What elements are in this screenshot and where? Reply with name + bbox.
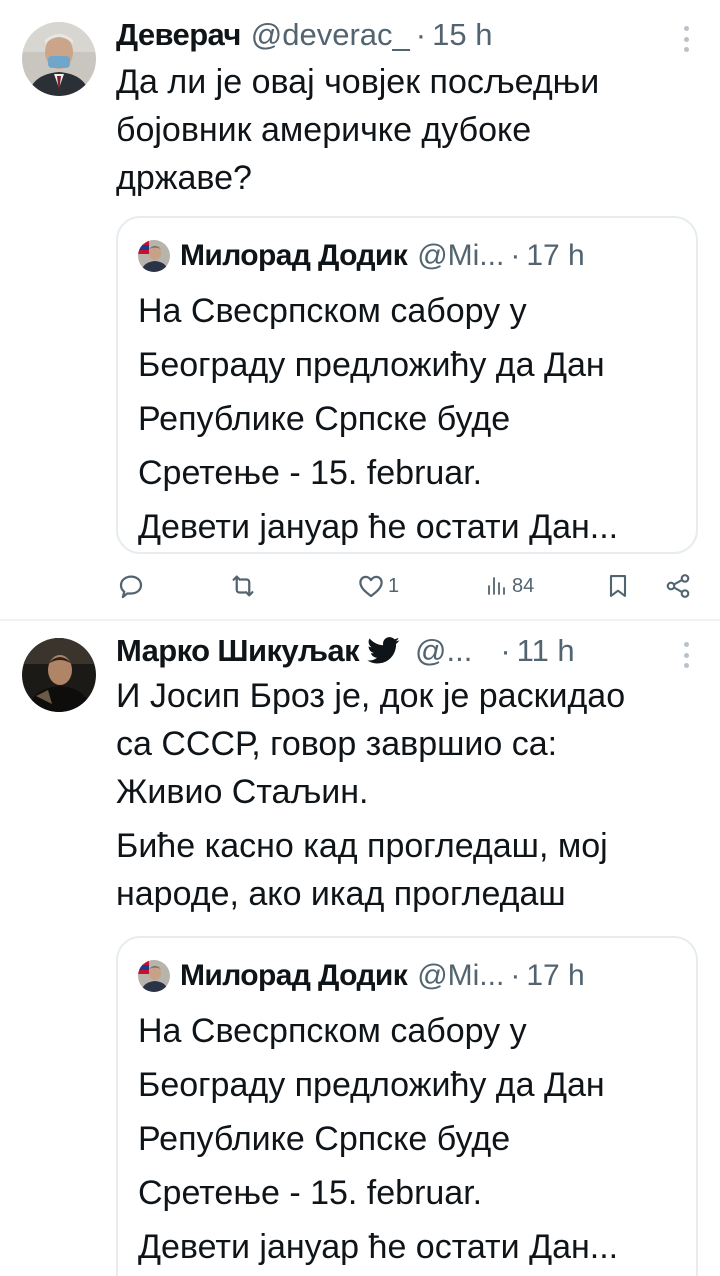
tweet-text: И Јосип Броз је, док је раскидао са СССР… bbox=[116, 672, 700, 918]
quoted-text-line: Републике Српске буде bbox=[138, 1120, 511, 1158]
tweet-text-line: бојовник америчке дубоке bbox=[116, 111, 532, 149]
quoted-tweet-text: На Свесрпском сабору у Београду предложи… bbox=[138, 1004, 680, 1274]
bookmark-button[interactable] bbox=[604, 566, 632, 606]
avatar[interactable] bbox=[22, 22, 96, 96]
quoted-text-line: Сретење - 15. februar. bbox=[138, 1174, 483, 1212]
tweet-text-line: са СССР, говор завршио са: bbox=[116, 725, 558, 763]
author-name[interactable]: Марко Шикуљак bbox=[116, 633, 360, 669]
quoted-tweet-text: На Свесрпском сабору у Београду предложи… bbox=[138, 284, 680, 554]
quoted-tweet-header: Милорад Додик @Mi... · 17 h bbox=[138, 956, 676, 996]
quoted-text-line: Београду предложићу да Дан bbox=[138, 346, 605, 384]
quoted-text-line: Сретење - 15. februar. bbox=[138, 454, 483, 492]
quoted-author-handle[interactable]: @Mi... bbox=[417, 959, 504, 993]
separator-dot: · bbox=[510, 239, 521, 272]
heart-icon bbox=[359, 575, 383, 598]
quoted-author-name[interactable]: Милорад Додик bbox=[180, 239, 408, 273]
share-icon bbox=[666, 574, 690, 598]
tweet-actions: 1 84 bbox=[116, 566, 692, 606]
quoted-tweet[interactable]: Милорад Додик @Mi... · 17 h На Свесрпско… bbox=[116, 936, 698, 1276]
tweet-text-line: народе, ако икад прогледаш bbox=[116, 875, 566, 913]
retweet-button[interactable] bbox=[228, 566, 258, 606]
author-handle[interactable]: @deverac_ bbox=[251, 17, 410, 53]
quoted-tweet[interactable]: Милорад Додик @Mi... · 17 h На Свесрпско… bbox=[116, 216, 698, 554]
quoted-timestamp[interactable]: 17 h bbox=[526, 239, 584, 273]
like-count: 1 bbox=[388, 574, 400, 597]
quoted-avatar bbox=[138, 960, 170, 992]
timestamp[interactable]: 11 h bbox=[517, 633, 575, 669]
separator-dot: · bbox=[415, 17, 427, 52]
more-options-icon[interactable] bbox=[682, 642, 690, 668]
tweet-text-line: И Јосип Броз је, док је раскидао bbox=[116, 677, 626, 715]
views-button[interactable]: 84 bbox=[484, 566, 534, 606]
tweet-header: Деверач @deverac_ · 15 h bbox=[116, 15, 700, 55]
share-button[interactable] bbox=[664, 566, 692, 606]
reply-button[interactable] bbox=[116, 566, 146, 606]
tweet[interactable]: Марко Шикуљак @... · 11 h И Јосип Броз ј… bbox=[0, 620, 720, 1276]
quoted-author-handle[interactable]: @Mi... bbox=[417, 239, 504, 273]
separator-dot: · bbox=[510, 959, 521, 992]
quoted-timestamp[interactable]: 17 h bbox=[526, 959, 584, 993]
quoted-text-line: На Свесрпском сабору у bbox=[138, 1012, 527, 1050]
tweet-text-line: Да ли је овај човјек посљедњи bbox=[116, 63, 600, 101]
quoted-text-line: Девети јануар ће остати Дан... bbox=[138, 508, 619, 546]
retweet-icon bbox=[232, 575, 254, 597]
author-handle[interactable]: @... bbox=[415, 633, 472, 669]
tweet-text-line: државе? bbox=[116, 159, 252, 197]
quoted-text-line: Београду предложићу да Дан bbox=[138, 1066, 605, 1104]
tweet-text-line: Живио Стаљин. bbox=[116, 773, 369, 811]
like-button[interactable]: 1 bbox=[356, 566, 399, 606]
tweet-header: Марко Шикуљак @... · 11 h bbox=[116, 631, 700, 671]
quoted-author-name[interactable]: Милорад Додик bbox=[180, 959, 408, 993]
quoted-tweet-header: Милорад Додик @Mi... · 17 h bbox=[138, 236, 676, 276]
avatar[interactable] bbox=[22, 638, 96, 712]
quoted-text-line: Републике Српске буде bbox=[138, 400, 511, 438]
bookmark-icon bbox=[609, 575, 627, 597]
tweet-text: Да ли је овај човјек посљедњи бојовник а… bbox=[116, 58, 700, 202]
timestamp[interactable]: 15 h bbox=[432, 17, 492, 53]
tweet-text-line: Биће касно кад прогледаш, мој bbox=[116, 827, 608, 865]
quoted-text-line: На Свесрпском сабору у bbox=[138, 292, 527, 330]
author-name[interactable]: Деверач bbox=[116, 17, 241, 53]
views-chart-icon bbox=[488, 577, 505, 595]
separator-dot: · bbox=[500, 633, 511, 668]
views-count: 84 bbox=[512, 574, 535, 597]
reply-icon bbox=[119, 575, 143, 599]
quoted-avatar bbox=[138, 240, 170, 272]
tweet[interactable]: Деверач @deverac_ · 15 h Да ли је овај ч… bbox=[0, 0, 720, 620]
quoted-text-line: Девети јануар ће остати Дан... bbox=[138, 1228, 619, 1266]
twitter-bird-icon bbox=[367, 637, 401, 665]
more-options-icon[interactable] bbox=[682, 26, 690, 52]
